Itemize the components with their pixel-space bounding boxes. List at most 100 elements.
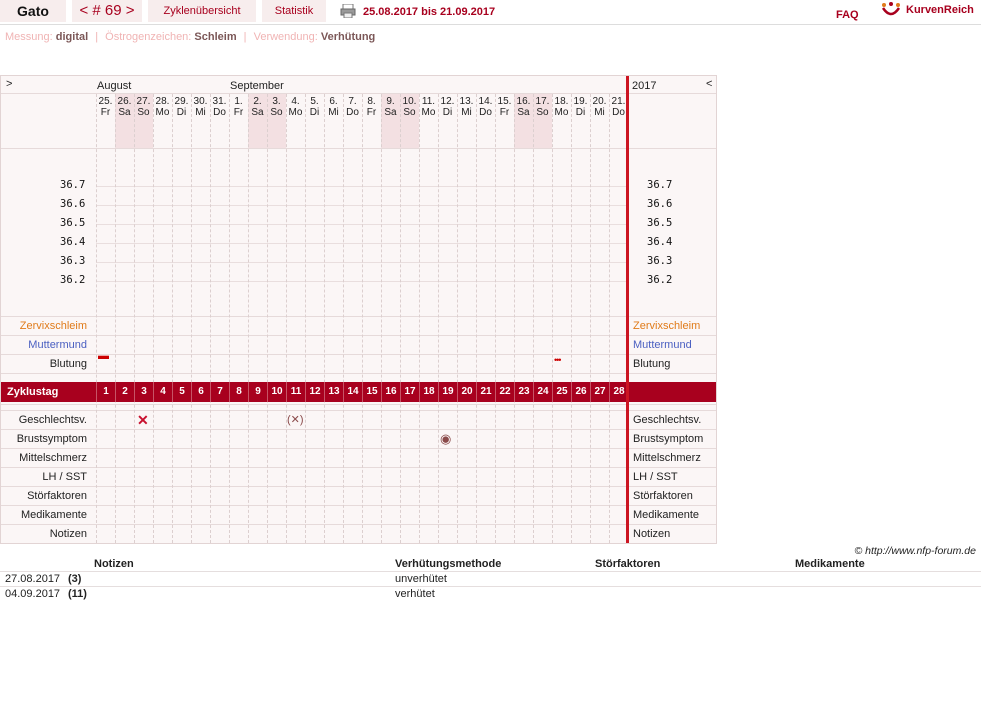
temperature-label: 36.4	[647, 236, 673, 248]
tab-cycle-overview[interactable]: Zyklenübersicht	[148, 0, 256, 22]
cycle-day-number[interactable]: 17	[400, 382, 419, 402]
day-header-cell[interactable]: 15. Fr	[495, 96, 514, 118]
cycle-day-number[interactable]: 2	[115, 382, 134, 402]
day-header-cell[interactable]: 4. Mo	[286, 96, 305, 118]
cycle-day-number[interactable]: 8	[229, 382, 248, 402]
grid-vline	[229, 94, 230, 543]
day-header-cell[interactable]: 3. So	[267, 96, 286, 118]
cycle-day-number[interactable]: 20	[457, 382, 476, 402]
sex-unprotected-mark[interactable]: ✕	[137, 412, 149, 429]
row-cycle-day: (11)	[68, 588, 87, 600]
cycle-navigator[interactable]: < # 69 >	[72, 0, 142, 22]
cycle-day-number[interactable]: 26	[571, 382, 590, 402]
user-name-tab[interactable]: Gato	[0, 0, 66, 22]
cycle-day-number[interactable]: 7	[210, 382, 229, 402]
day-header-cell[interactable]: 31. Do	[210, 96, 229, 118]
print-icon[interactable]	[340, 4, 356, 18]
day-header-cell[interactable]: 16. Sa	[514, 96, 533, 118]
cycle-day-number[interactable]: 3	[134, 382, 153, 402]
row-label-mouth[interactable]: Muttermund	[1, 339, 87, 351]
day-header-cell[interactable]: 19. Di	[571, 96, 590, 118]
day-header-cell[interactable]: 9. Sa	[381, 96, 400, 118]
day-header-cell[interactable]: 17. So	[533, 96, 552, 118]
row-label-bleeding: Blutung	[49, 358, 87, 370]
day-header-cell[interactable]: 27. So	[134, 96, 153, 118]
grid-vline	[400, 94, 401, 543]
cycle-day-number[interactable]: 13	[324, 382, 343, 402]
row-label-cervix[interactable]: Zervixschleim	[1, 320, 87, 332]
sign-label: Östrogenzeichen:	[105, 31, 192, 43]
cycle-day-number[interactable]: 24	[533, 382, 552, 402]
cycle-day-number[interactable]: 1	[96, 382, 115, 402]
cycle-day-number[interactable]: 12	[305, 382, 324, 402]
day-header-cell[interactable]: 30. Mi	[191, 96, 210, 118]
day-header-cell[interactable]: 10. So	[400, 96, 419, 118]
cycle-day-number[interactable]: 18	[419, 382, 438, 402]
day-header-cell[interactable]: 2. Sa	[248, 96, 267, 118]
row-label-cervix-right[interactable]: Zervixschleim	[633, 320, 700, 332]
nav-next-button[interactable]: <	[706, 78, 712, 90]
grid-vline	[134, 94, 135, 543]
cycle-day-number[interactable]: 14	[343, 382, 362, 402]
day-header-cell[interactable]: 18. Mo	[552, 96, 571, 118]
row-label-breast: Brustsymptom	[16, 433, 87, 445]
bleeding-strong-mark[interactable]: ▬	[98, 351, 109, 362]
cycle-day-number[interactable]: 25	[552, 382, 571, 402]
day-header-cell[interactable]: 20. Mi	[590, 96, 609, 118]
cycle-day-number[interactable]: 10	[267, 382, 286, 402]
weekday: Fr	[233, 107, 244, 118]
day-header-cell[interactable]: 5. Di	[305, 96, 324, 118]
weekday: Mo	[155, 107, 170, 118]
day-header-cell[interactable]: 6. Mi	[324, 96, 343, 118]
day-header-cell[interactable]: 25. Fr	[96, 96, 115, 118]
grid-vline	[267, 94, 268, 543]
row-date: 04.09.2017	[5, 588, 61, 600]
top-bar: Gato < # 69 > Zyklenübersicht Statistik …	[0, 0, 981, 25]
day-header-cell[interactable]: 7. Do	[343, 96, 362, 118]
cycle-day-number[interactable]: 27	[590, 382, 609, 402]
breast-symptom-mark[interactable]: ◉	[440, 431, 451, 447]
nav-prev-button[interactable]: >	[6, 78, 12, 90]
cycle-day-number[interactable]: 11	[286, 382, 305, 402]
cycle-day-number[interactable]: 21	[476, 382, 495, 402]
row-method: unverhütet	[395, 573, 447, 585]
weekday: So	[270, 107, 283, 118]
cycle-day-number[interactable]: 6	[191, 382, 210, 402]
logo-text[interactable]: KurvenReich	[906, 0, 974, 20]
separator: |	[95, 31, 99, 43]
cycle-day-number[interactable]: 9	[248, 382, 267, 402]
day-header-cell[interactable]: 12. Di	[438, 96, 457, 118]
cycle-day-number[interactable]: 19	[438, 382, 457, 402]
cycle-day-number[interactable]: 22	[495, 382, 514, 402]
tab-statistics[interactable]: Statistik	[262, 0, 326, 22]
day-header-cell[interactable]: 14. Do	[476, 96, 495, 118]
cycle-day-number[interactable]: 16	[381, 382, 400, 402]
grid-vline	[153, 94, 154, 543]
kurvenreich-logo-icon[interactable]	[880, 2, 902, 20]
table-row[interactable]: 04.09.2017 (11) verhütet	[0, 586, 981, 602]
use-label: Verwendung:	[253, 31, 318, 43]
day-header-cell[interactable]: 13. Mi	[457, 96, 476, 118]
row-label-mouth-right[interactable]: Muttermund	[633, 339, 692, 351]
cycle-day-number[interactable]: 4	[153, 382, 172, 402]
table-row[interactable]: 27.08.2017 (3) unverhütet	[0, 571, 981, 587]
weekday: So	[536, 107, 549, 118]
weekday: Mi	[195, 107, 206, 118]
cycle-day-number[interactable]: 15	[362, 382, 381, 402]
sex-protected-mark[interactable]: (✕)	[287, 413, 304, 426]
weekday: Fr	[499, 107, 510, 118]
cycle-day-number[interactable]: 5	[172, 382, 191, 402]
bleeding-spotting-mark[interactable]: •••	[554, 355, 562, 365]
temperature-label: 36.7	[647, 179, 673, 191]
day-header-cell[interactable]: 26. Sa	[115, 96, 134, 118]
temperature-label: 36.4	[60, 236, 86, 248]
day-header-cell[interactable]: 29. Di	[172, 96, 191, 118]
temperature-label: 36.3	[647, 255, 673, 267]
faq-link[interactable]: FAQ	[836, 4, 859, 26]
day-header-cell[interactable]: 28. Mo	[153, 96, 172, 118]
cycle-day-number[interactable]: 23	[514, 382, 533, 402]
month-label-september: September	[230, 80, 284, 92]
day-header-cell[interactable]: 8. Fr	[362, 96, 381, 118]
day-header-cell[interactable]: 1. Fr	[229, 96, 248, 118]
day-header-cell[interactable]: 11. Mo	[419, 96, 438, 118]
